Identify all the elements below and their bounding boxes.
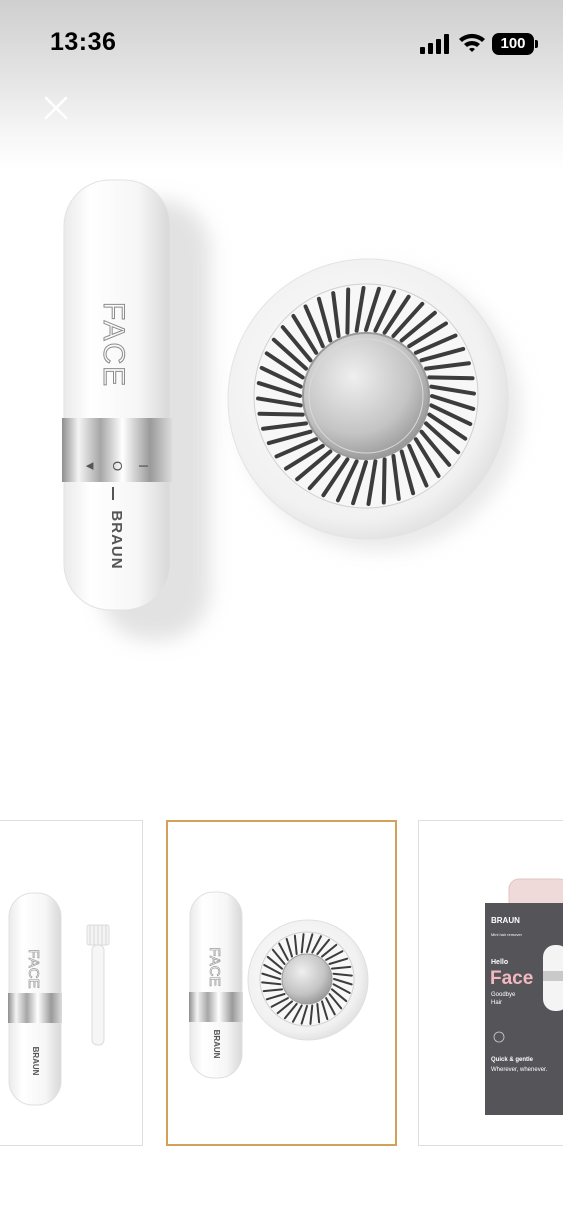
switch-mark-off: O	[110, 461, 125, 471]
thumb2-device-label: FACE	[206, 947, 223, 986]
package-subtitle: Mini hair remover	[491, 932, 523, 937]
switch-mark-on: I	[136, 464, 151, 468]
package-face: Face	[490, 968, 533, 989]
thumb1-device-label: FACE	[25, 949, 42, 988]
thumb2-brand: BRAUN	[212, 1030, 221, 1059]
signal-icon	[420, 34, 449, 54]
brand-logo: BRAUN	[108, 510, 125, 569]
switch-mark-arrow: ▼	[83, 460, 98, 473]
status-time: 13:36	[50, 28, 117, 56]
battery-icon: 100	[492, 33, 538, 55]
thumbnail-strip: FACE BRAUN FACE BRAUN BRAUN Mini hair re…	[0, 820, 563, 1146]
trimmer-head	[227, 258, 509, 540]
thumbnail-packaging[interactable]: BRAUN Mini hair remover Hello Face Goodb…	[418, 820, 563, 1146]
blade-spoke	[257, 411, 305, 417]
close-icon[interactable]	[38, 90, 74, 126]
device-label: FACE	[97, 302, 130, 388]
package-brand: BRAUN	[491, 916, 520, 925]
status-bar: 13:36 100	[0, 0, 563, 90]
blade-spoke	[427, 375, 475, 381]
blade-spoke	[381, 457, 387, 505]
thumbnail-trimmer-with-brush[interactable]: FACE BRAUN	[0, 820, 143, 1146]
thumbnail-trimmer-with-head[interactable]: FACE BRAUN	[166, 820, 397, 1146]
thumb1-brand: BRAUN	[31, 1047, 40, 1076]
package-goodbye-2: Hair	[491, 1000, 502, 1006]
package-hello: Hello	[491, 959, 508, 966]
package-tagline-1: Quick & gentle	[491, 1057, 534, 1063]
package-goodbye-1: Goodbye	[491, 992, 516, 998]
main-product-image[interactable]: FACE I O ▼ BRAUN	[0, 150, 563, 670]
package-tagline-2: Wherever, whenever.	[491, 1067, 548, 1073]
blade-spoke	[345, 287, 351, 335]
wifi-icon	[459, 33, 485, 52]
